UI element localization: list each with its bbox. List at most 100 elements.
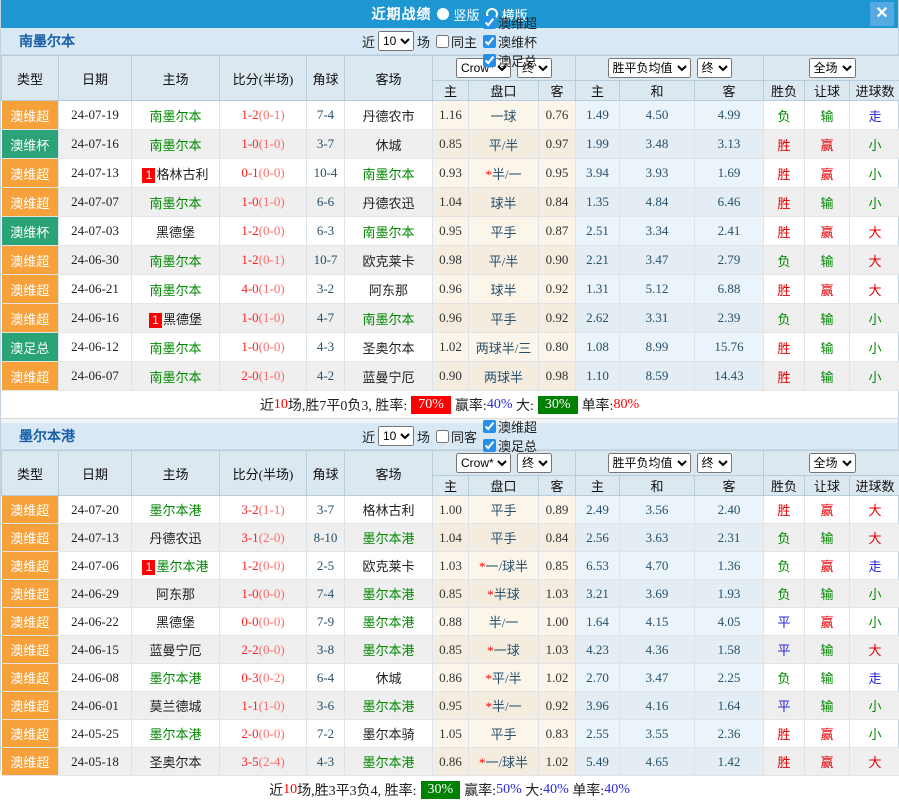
- goals-result-cell: 大: [850, 246, 899, 275]
- league-filter[interactable]: 澳维杯: [483, 32, 537, 51]
- league-filters: 澳维超澳维杯澳足总: [477, 13, 537, 70]
- score-cell: 3-5(2-4): [220, 748, 307, 776]
- goals-result-cell: 大: [850, 748, 899, 776]
- match-row: 澳维超24-06-22黑德堡0-0(0-0)7-9墨尔本港0.88半/一1.00…: [2, 608, 899, 636]
- score-cell: 3-2(1-1): [220, 496, 307, 524]
- home-team-cell: 南墨尔本: [132, 333, 220, 362]
- avg-type-select[interactable]: 胜平负均值: [608, 58, 691, 78]
- league-badge-cell: 澳维超: [2, 159, 59, 188]
- games-label: 场: [417, 32, 430, 51]
- bookmaker-select[interactable]: Crow*: [456, 453, 511, 473]
- avg-period-select[interactable]: 终: [697, 453, 732, 473]
- scope-select[interactable]: 全场: [809, 453, 856, 473]
- score-cell: 1-2(0-0): [220, 552, 307, 580]
- match-row: 澳维超24-05-25墨尔本港2-0(0-0)7-2墨尔本骑1.05平手0.83…: [2, 720, 899, 748]
- handicap-result-cell: 赢: [805, 496, 850, 524]
- away-team-cell: 休城: [345, 664, 433, 692]
- avg-away-cell: 15.76: [695, 333, 764, 362]
- score-cell: 1-0(1-0): [220, 130, 307, 159]
- goals-result-cell: 大: [850, 636, 899, 664]
- summary-segment: 近: [269, 780, 283, 800]
- date-cell: 24-07-07: [59, 188, 132, 217]
- col-header-score: 比分(半场): [220, 56, 307, 101]
- league-filter-checkbox[interactable]: [483, 16, 496, 29]
- match-row: 澳维超24-06-30南墨尔本1-2(0-1)10-7欧克莱卡0.98平/半0.…: [2, 246, 899, 275]
- match-row: 澳维杯24-07-16南墨尔本1-0(1-0)3-7休城0.85平/半0.971…: [2, 130, 899, 159]
- date-cell: 24-06-16: [59, 304, 132, 333]
- league-filter-checkbox[interactable]: [483, 54, 496, 67]
- handicap-result-cell: 输: [805, 664, 850, 692]
- league-filter-checkbox[interactable]: [483, 439, 496, 452]
- handicap-result-cell: 输: [805, 692, 850, 720]
- handicap-result-cell: 输: [805, 524, 850, 552]
- handicap-cell: 平手: [469, 217, 539, 246]
- avg-period-select[interactable]: 终: [697, 58, 732, 78]
- same-venue-checkbox[interactable]: [436, 430, 449, 443]
- bookmaker-period-select[interactable]: 终: [517, 453, 552, 473]
- league-badge-cell: 澳维超: [2, 692, 59, 720]
- section-header: 南墨尔本 近 10 场 同主 澳维超澳维杯澳足总: [1, 28, 898, 55]
- avg-home-cell: 6.53: [576, 552, 620, 580]
- same-venue-filter[interactable]: 同客: [436, 427, 477, 446]
- wdl-result-cell: 胜: [764, 720, 805, 748]
- match-count-select[interactable]: 10: [378, 426, 414, 446]
- match-count-select[interactable]: 10: [378, 31, 414, 51]
- league-filter[interactable]: 澳维超: [483, 13, 537, 32]
- away-team-cell: 阿东那: [345, 275, 433, 304]
- scope-select[interactable]: 全场: [809, 58, 856, 78]
- handicap-result-cell: 赢: [805, 552, 850, 580]
- avg-away-cell: 2.39: [695, 304, 764, 333]
- same-venue-filter[interactable]: 同主: [436, 32, 477, 51]
- team-name: 南墨尔本: [19, 31, 75, 51]
- league-badge-cell: 澳维超: [2, 188, 59, 217]
- summary-segment: 赢率:: [455, 395, 487, 415]
- wdl-result-cell: 平: [764, 692, 805, 720]
- league-filter[interactable]: 澳足总: [483, 51, 537, 70]
- home-odds-cell: 0.85: [433, 130, 469, 159]
- score-cell: 0-1(0-0): [220, 159, 307, 188]
- avg-select-group: 胜平负均值终: [576, 451, 764, 476]
- avg-home-cell: 2.21: [576, 246, 620, 275]
- league-filter[interactable]: 澳足总: [483, 436, 537, 455]
- wdl-result-cell: 平: [764, 608, 805, 636]
- match-row: 澳维超24-07-07南墨尔本1-0(1-0)6-6丹德农迅1.04球半0.84…: [2, 188, 899, 217]
- avg-draw-cell: 4.36: [620, 636, 695, 664]
- away-odds-cell: 0.89: [539, 496, 576, 524]
- home-team-cell: 丹德农迅: [132, 524, 220, 552]
- handicap-cell: *平/半: [469, 664, 539, 692]
- table-body: 澳维超24-07-20墨尔本港3-2(1-1)3-7格林古利1.00平手0.89…: [2, 496, 899, 776]
- league-filter[interactable]: 澳维超: [483, 417, 537, 436]
- wdl-result-cell: 负: [764, 552, 805, 580]
- goals-result-cell: 小: [850, 333, 899, 362]
- away-odds-cell: 0.87: [539, 217, 576, 246]
- match-row: 澳维超24-06-15蓝曼宁厄2-2(0-0)3-8墨尔本港0.85*一球1.0…: [2, 636, 899, 664]
- games-label: 场: [417, 427, 430, 446]
- wdl-result-cell: 胜: [764, 188, 805, 217]
- avg-type-select[interactable]: 胜平负均值: [608, 453, 691, 473]
- corners-cell: 7-4: [307, 101, 345, 130]
- summary-segment: 赢率:: [464, 780, 496, 800]
- wdl-result-cell: 胜: [764, 130, 805, 159]
- away-team-cell: 蓝曼宁厄: [345, 362, 433, 391]
- home-team-cell: 南墨尔本: [132, 362, 220, 391]
- handicap-result-cell: 输: [805, 580, 850, 608]
- avg-home-cell: 1.49: [576, 101, 620, 130]
- score-cell: 2-2(0-0): [220, 636, 307, 664]
- league-filter-label: 澳足总: [498, 436, 537, 455]
- avg-home-cell: 2.55: [576, 720, 620, 748]
- avg-draw-cell: 3.31: [620, 304, 695, 333]
- score-cell: 1-2(0-1): [220, 246, 307, 275]
- date-cell: 24-07-03: [59, 217, 132, 246]
- summary-segment: 单率:: [569, 780, 604, 800]
- same-venue-checkbox[interactable]: [436, 35, 449, 48]
- home-odds-cell: 1.04: [433, 188, 469, 217]
- home-odds-cell: 0.98: [433, 246, 469, 275]
- match-row: 澳维超24-07-19南墨尔本1-2(0-1)7-4丹德农市1.16一球0.76…: [2, 101, 899, 130]
- league-filter-checkbox[interactable]: [483, 35, 496, 48]
- avg-draw-cell: 4.84: [620, 188, 695, 217]
- league-filter-checkbox[interactable]: [483, 420, 496, 433]
- avg-home-cell: 2.49: [576, 496, 620, 524]
- handicap-cell: *半球: [469, 580, 539, 608]
- close-icon[interactable]: ✕: [870, 2, 894, 26]
- avg-draw-cell: 4.50: [620, 101, 695, 130]
